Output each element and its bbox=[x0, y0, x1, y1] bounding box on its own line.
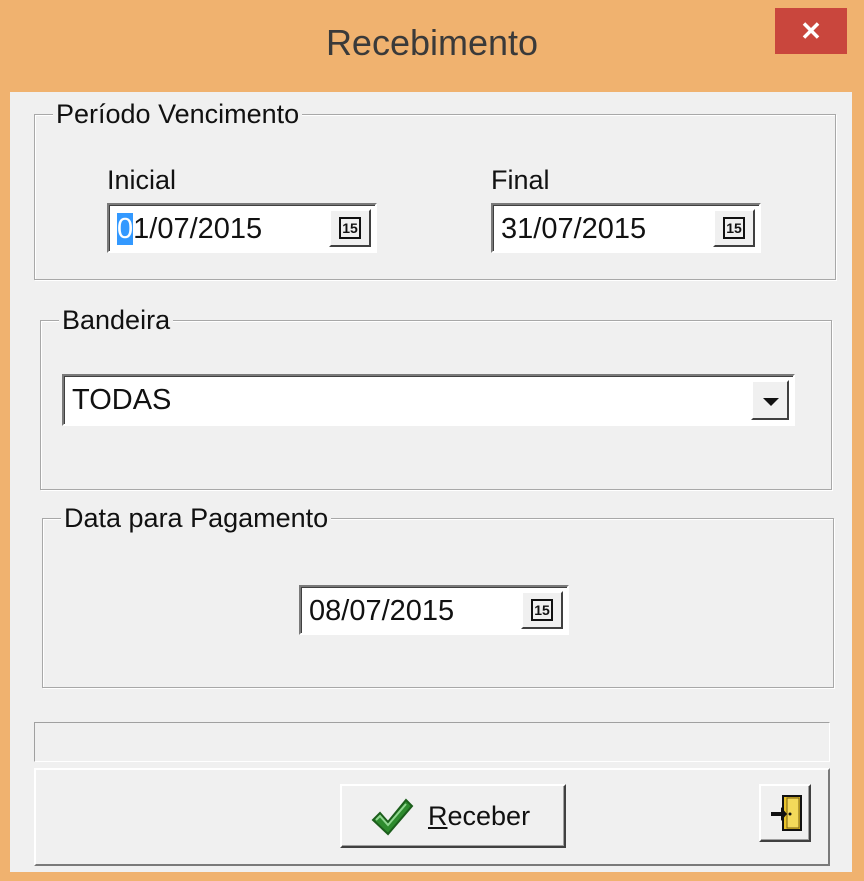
periodo-vencimento-group: Período Vencimento Inicial 01/07/2015 15… bbox=[34, 99, 836, 280]
receber-accelerator: R bbox=[428, 801, 448, 831]
close-icon: ✕ bbox=[800, 16, 822, 46]
inicial-date-value: 01/07/2015 bbox=[117, 213, 262, 245]
data-pagamento-field[interactable]: 08/07/2015 15 bbox=[299, 585, 569, 635]
checkmark-icon bbox=[371, 798, 414, 836]
inicial-date-rest: 1/07/2015 bbox=[133, 213, 263, 245]
calendar-icon: 15 bbox=[531, 599, 553, 621]
pagamento-calendar-button[interactable]: 15 bbox=[521, 591, 563, 629]
calendar-icon: 15 bbox=[339, 217, 361, 239]
client-area: Período Vencimento Inicial 01/07/2015 15… bbox=[10, 92, 852, 872]
title-bar[interactable]: Recebimento ✕ bbox=[0, 0, 864, 92]
data-pagamento-legend: Data para Pagamento bbox=[61, 503, 332, 533]
final-date-value: 31/07/2015 bbox=[501, 213, 647, 245]
inicial-calendar-button[interactable]: 15 bbox=[329, 209, 371, 247]
bandeira-select[interactable]: TODAS bbox=[62, 374, 795, 426]
bandeira-dropdown-button[interactable] bbox=[751, 380, 789, 420]
receber-label: Receber bbox=[428, 801, 530, 831]
window-title: Recebimento bbox=[325, 22, 539, 63]
receber-button[interactable]: Receber bbox=[340, 784, 566, 848]
inicial-label: Inicial bbox=[107, 165, 177, 195]
close-button[interactable]: ✕ bbox=[775, 8, 847, 54]
data-pagamento-value: 08/07/2015 bbox=[309, 595, 455, 627]
calendar-icon: 15 bbox=[723, 217, 745, 239]
status-bar bbox=[34, 722, 830, 762]
exit-button[interactable] bbox=[759, 784, 811, 842]
bandeira-selected-value: TODAS bbox=[72, 384, 172, 416]
periodo-vencimento-legend: Período Vencimento bbox=[53, 99, 303, 129]
bandeira-legend: Bandeira bbox=[59, 305, 174, 335]
dialog-window: Recebimento ✕ Período Vencimento Inicial… bbox=[0, 0, 864, 881]
final-label: Final bbox=[491, 165, 550, 195]
final-date-field[interactable]: 31/07/2015 15 bbox=[491, 203, 761, 253]
final-calendar-button[interactable]: 15 bbox=[713, 209, 755, 247]
receber-label-rest: eceber bbox=[447, 801, 531, 831]
exit-door-icon bbox=[771, 795, 802, 831]
inicial-date-selected-char: 0 bbox=[117, 213, 134, 245]
chevron-down-icon bbox=[763, 398, 779, 406]
data-pagamento-group: Data para Pagamento 08/07/2015 15 bbox=[42, 503, 834, 688]
inicial-date-field[interactable]: 01/07/2015 15 bbox=[107, 203, 377, 253]
